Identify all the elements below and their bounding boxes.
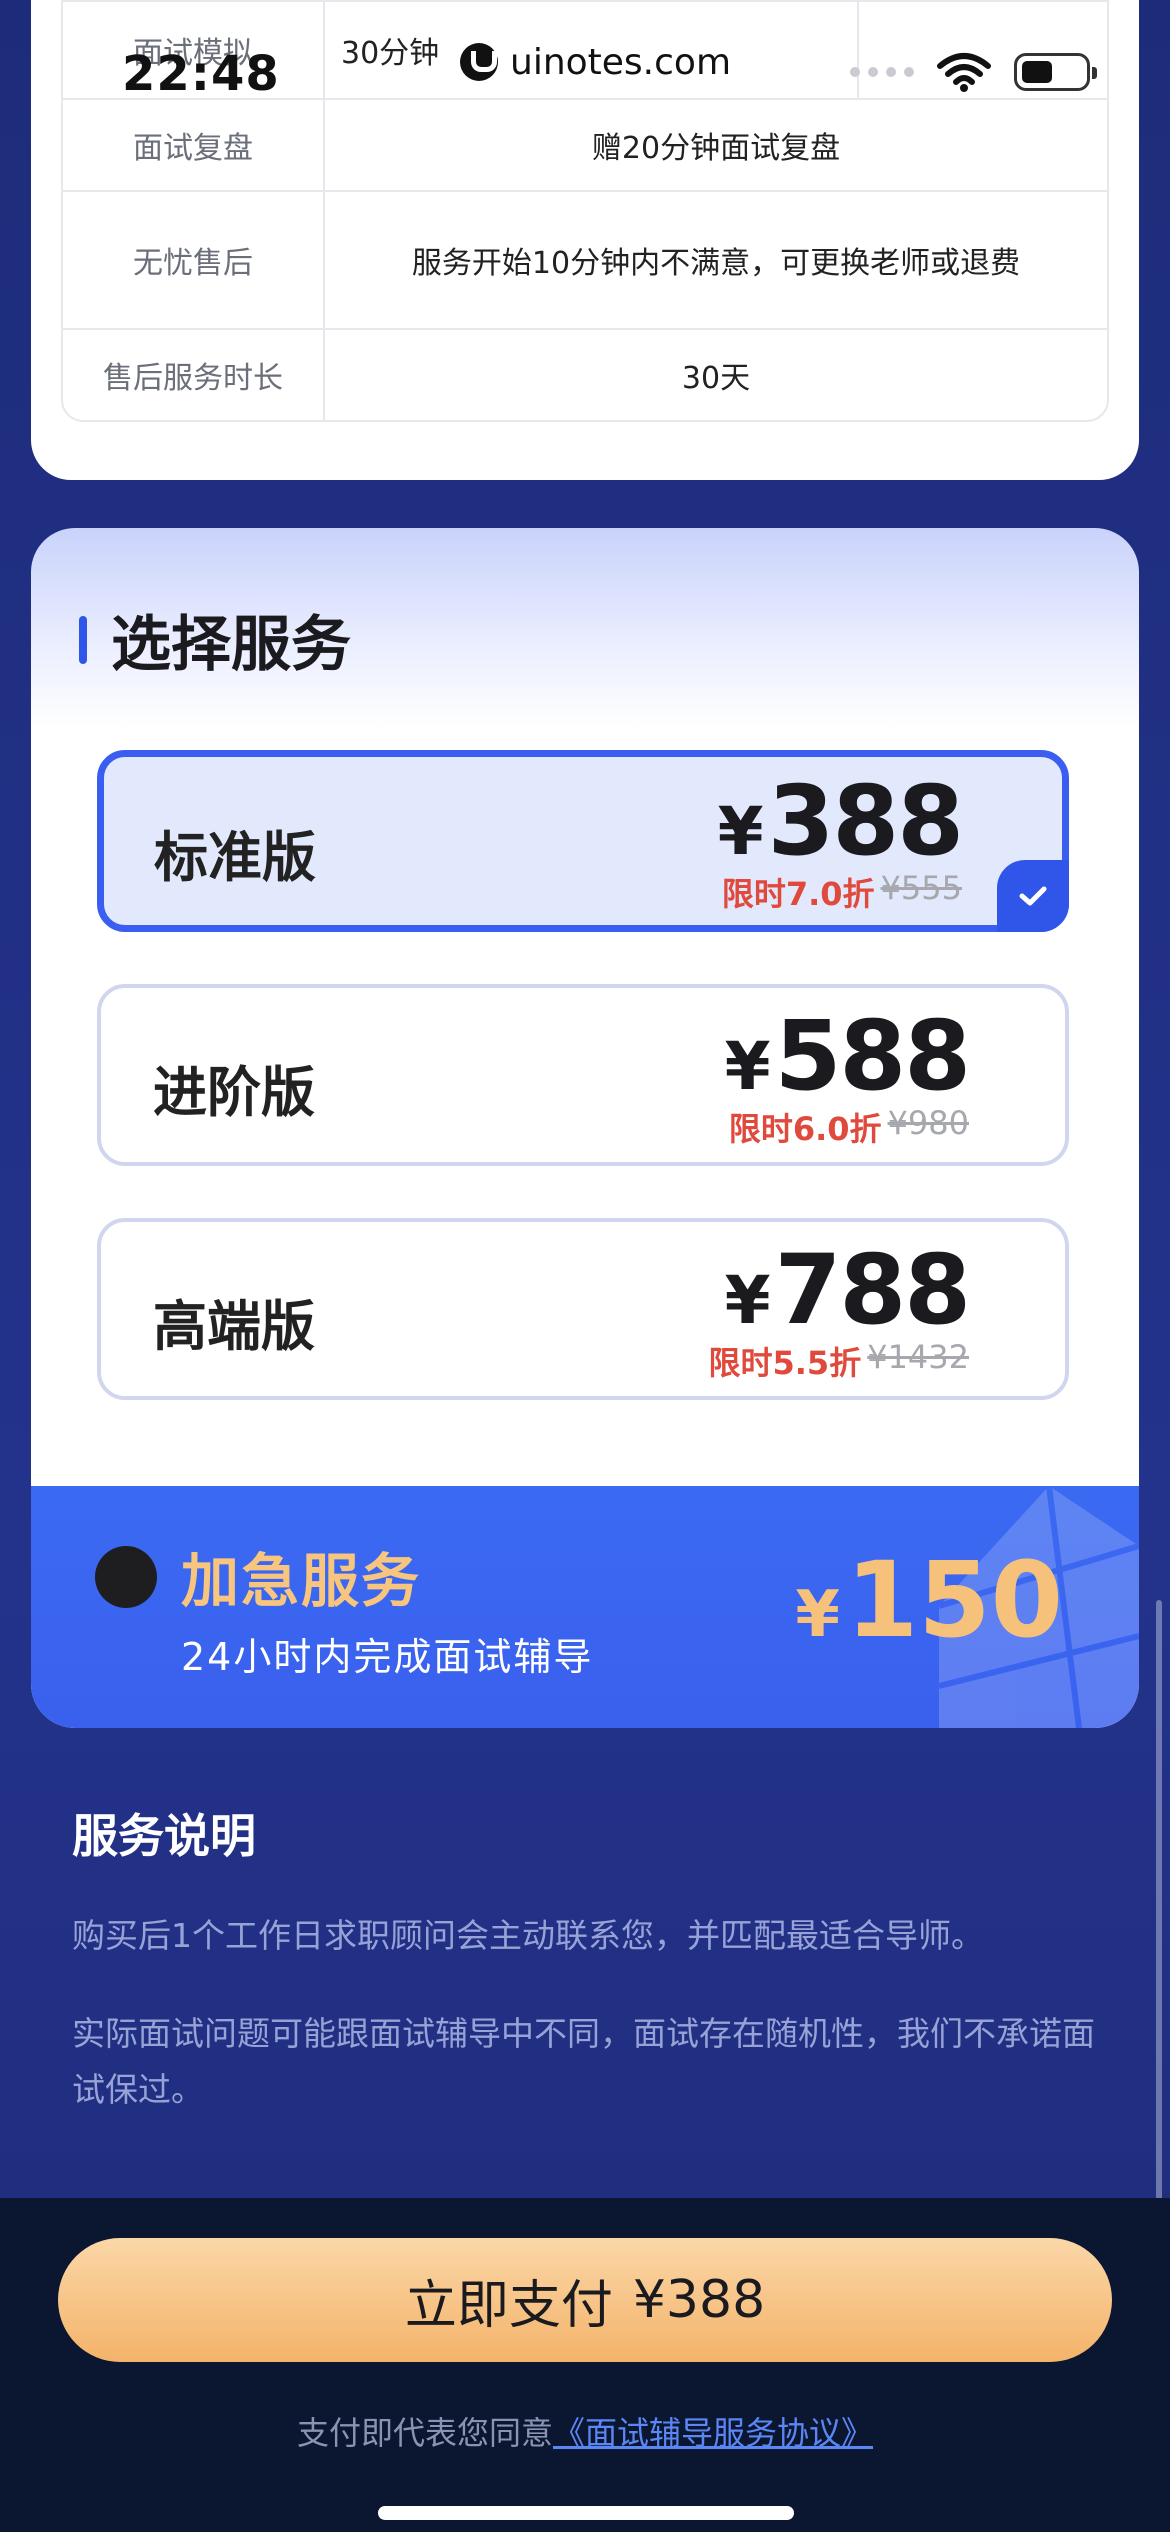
plan-price: ¥ 388: [717, 765, 964, 877]
currency-symbol: ¥: [724, 1262, 771, 1339]
agreement-text: 支付即代表您同意《面试辅导服务协议》: [0, 2408, 1170, 2454]
section-header: 选择服务: [79, 596, 351, 683]
plan-name: 进阶版: [153, 1061, 315, 1124]
notes-title: 服务说明: [72, 1809, 256, 1863]
plan-option-premium[interactable]: 高端版 ¥ 788 限时5.5折 ¥1432: [97, 1218, 1069, 1400]
plan-discount: 限时7.0折 ¥555: [722, 869, 962, 915]
note-text: 实际面试问题可能跟面试辅导中不同，面试存在随机性，我们不承诺面试保过。: [72, 2014, 1095, 2109]
table-value: 服务开始10分钟内不满意，可更换老师或退费: [411, 246, 1021, 281]
table-value: 赠20分钟面试复盘: [591, 131, 841, 166]
plan-price: ¥ 788: [724, 1234, 971, 1346]
price-value: 150: [845, 1539, 1063, 1661]
plan-discount: 限时6.0折 ¥980: [729, 1104, 969, 1150]
currency-symbol: ¥: [795, 1578, 840, 1652]
uinotes-logo-icon: [460, 43, 498, 81]
price-value: 388: [767, 765, 964, 877]
note-text: 购买后1个工作日求职顾问会主动联系您，并匹配最适合导师。: [72, 1916, 984, 1955]
original-price: ¥1432: [867, 1338, 969, 1376]
bottom-pay-bar: 立即支付 ¥388 支付即代表您同意《面试辅导服务协议》: [0, 2198, 1170, 2532]
plan-name: 高端版: [153, 1295, 315, 1358]
urgent-price: ¥ 150: [795, 1548, 1063, 1652]
discount-text: 限时6.0折: [728, 1110, 882, 1148]
currency-symbol: ¥: [717, 793, 764, 870]
source-pill[interactable]: uinotes.com: [440, 28, 758, 96]
original-price: ¥555: [880, 869, 962, 907]
discount-text: 限时5.5折: [708, 1344, 862, 1382]
discount-text: 限时7.0折: [721, 875, 875, 913]
agreement-prefix: 支付即代表您同意: [296, 2414, 553, 2452]
table-label: 无忧售后: [63, 192, 325, 328]
table-value: 30天: [681, 361, 751, 396]
source-pill-text: uinotes.com: [510, 41, 732, 83]
pay-amount: ¥388: [632, 2270, 766, 2330]
scrollbar[interactable]: [1156, 1600, 1162, 2200]
home-indicator[interactable]: [378, 2506, 794, 2520]
plan-option-advanced[interactable]: 进阶版 ¥ 588 限时6.0折 ¥980: [97, 984, 1069, 1166]
urgent-subtitle: 24小时内完成面试辅导: [181, 1635, 594, 1679]
section-accent-bar: [79, 615, 87, 664]
plan-name: 标准版: [154, 826, 316, 889]
plan-discount: 限时5.5折 ¥1432: [709, 1338, 970, 1384]
agreement-link[interactable]: 《面试辅导服务协议》: [553, 2414, 873, 2452]
table-row: 面试复盘 赠20分钟面试复盘: [63, 98, 1107, 190]
plan-option-standard[interactable]: 标准版 ¥ 388 限时7.0折 ¥555: [97, 750, 1069, 932]
table-label: 面试模拟: [63, 2, 325, 98]
checkmark-icon: [997, 860, 1069, 932]
pay-now-button[interactable]: 立即支付 ¥388: [58, 2238, 1112, 2362]
price-value: 588: [774, 1000, 971, 1112]
page: 面试模拟 30分钟 面试复盘 赠20分钟面试复盘 无忧售后 服务开始10分钟内不…: [0, 0, 1170, 2532]
pay-label: 立即支付: [404, 2275, 613, 2336]
currency-symbol: ¥: [724, 1028, 771, 1105]
table-row: 无忧售后 服务开始10分钟内不满意，可更换老师或退费: [63, 190, 1107, 328]
table-row: 售后服务时长 30天: [63, 328, 1107, 420]
urgent-title: 加急服务: [181, 1547, 422, 1615]
urgent-radio-button[interactable]: [95, 1546, 157, 1608]
original-price: ¥980: [887, 1104, 969, 1142]
urgent-service-option[interactable]: 加急服务 24小时内完成面试辅导 ¥ 150: [31, 1486, 1139, 1728]
table-label: 售后服务时长: [63, 330, 325, 420]
table-label: 面试复盘: [63, 100, 325, 190]
section-title: 选择服务: [111, 610, 351, 680]
price-value: 788: [774, 1234, 971, 1346]
plan-price: ¥ 588: [724, 1000, 971, 1112]
